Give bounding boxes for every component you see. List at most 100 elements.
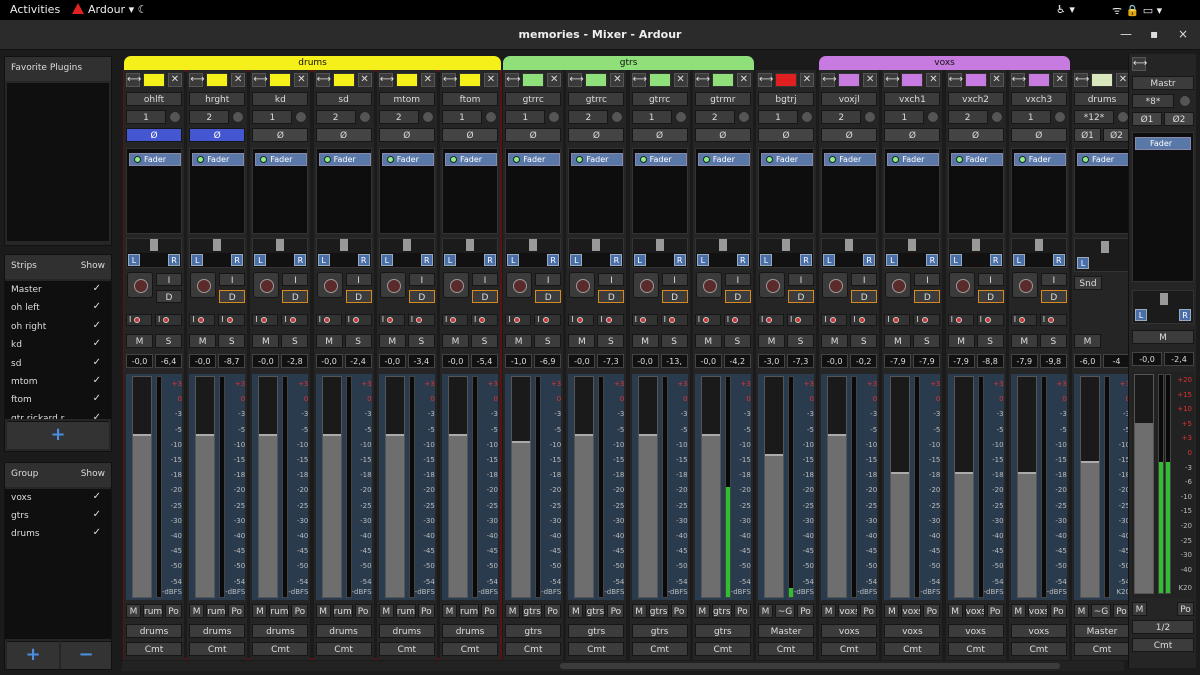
group-list-item[interactable]: voxs ✓ [5, 489, 111, 507]
group-tab-drums[interactable]: drums [124, 56, 502, 70]
input-button[interactable]: 1 [1010, 110, 1051, 124]
gain-fader[interactable] [637, 376, 658, 598]
bus-button[interactable]: gtrs [522, 604, 543, 618]
processor-enable-led[interactable] [197, 156, 205, 163]
gain-entry[interactable]: -0,0 [694, 354, 722, 368]
strip-color-swatch[interactable] [269, 73, 292, 87]
input-monitor-button[interactable]: I [535, 273, 562, 286]
width-button[interactable]: ⟷ [189, 73, 205, 87]
input-monitor-button[interactable]: I [977, 273, 1004, 286]
phase-invert-button[interactable]: Ø [442, 128, 498, 142]
phase-invert-button[interactable]: Ø [378, 128, 435, 142]
rec-monitor-button[interactable]: I [1039, 314, 1067, 326]
mute-button[interactable]: M [758, 334, 785, 348]
strip-name-button[interactable]: vxch3 [1010, 92, 1067, 106]
gain-fader[interactable] [1080, 376, 1100, 598]
fader-processor[interactable]: Fader [1135, 137, 1191, 150]
gain-entry[interactable]: -0,0 [631, 354, 659, 368]
close-strip-button[interactable]: ✕ [736, 73, 751, 87]
post-meter-button[interactable]: Po [354, 604, 372, 618]
solo-button[interactable]: S [913, 334, 941, 348]
processor-box[interactable]: Fader [1010, 148, 1067, 234]
strip-color-swatch[interactable] [459, 73, 481, 87]
disk-monitor-button[interactable]: D [1040, 290, 1067, 303]
add-strip-button[interactable]: + [7, 421, 109, 449]
width-button[interactable]: ⟷ [631, 73, 647, 87]
input-button[interactable]: 2 [568, 110, 609, 124]
meter-point-button[interactable]: M [694, 604, 710, 618]
disk-monitor-button[interactable]: D [724, 290, 751, 303]
gain-entry[interactable]: -7,9 [1010, 354, 1038, 368]
strip-name-button[interactable]: bgtrj [758, 92, 814, 106]
record-arm-button[interactable] [379, 272, 406, 298]
trim-knob[interactable] [801, 111, 813, 123]
processor-enable-led[interactable] [450, 156, 457, 163]
solo-button[interactable]: S [471, 334, 498, 348]
meter-point-button[interactable]: M [1132, 602, 1147, 616]
meter-point-button[interactable]: M [315, 604, 331, 618]
fader-processor[interactable]: Fader [192, 153, 245, 166]
input-button[interactable]: 1 [505, 110, 546, 124]
disk-monitor-button[interactable]: D [219, 290, 246, 303]
comments-button[interactable]: Cmt [568, 642, 625, 656]
processor-enable-led[interactable] [386, 156, 394, 163]
input-monitor-button[interactable]: I [219, 273, 246, 286]
input-button[interactable]: *12* [1074, 110, 1114, 124]
panner[interactable]: LR [126, 238, 182, 268]
disk-monitor-button[interactable]: D [345, 290, 372, 303]
processor-box[interactable]: Fader [884, 148, 941, 234]
input-monitor-button[interactable]: I [788, 273, 814, 286]
post-meter-button[interactable]: Po [923, 604, 941, 618]
processor-enable-led[interactable] [829, 156, 837, 163]
mute-button[interactable]: M [505, 334, 533, 348]
width-button[interactable]: ⟷ [1132, 57, 1147, 71]
mute-button[interactable]: M [252, 334, 280, 348]
output-button[interactable]: Master [758, 624, 814, 638]
mute-button[interactable]: M [1074, 334, 1101, 348]
rec-safe-button[interactable]: I [568, 314, 595, 326]
meter-point-button[interactable]: M [884, 604, 900, 618]
peak-display[interactable]: -4 [1103, 354, 1130, 368]
gain-fader[interactable] [700, 376, 721, 598]
rec-monitor-button[interactable]: I [597, 314, 625, 326]
bus-button[interactable]: rum [206, 604, 227, 618]
rec-safe-button[interactable]: I [378, 314, 405, 326]
close-strip-button[interactable]: ✕ [610, 73, 625, 87]
peak-display[interactable]: -8,8 [976, 354, 1004, 368]
checkmark-icon[interactable]: ✓ [93, 283, 101, 294]
gain-fader[interactable] [764, 376, 784, 598]
rec-safe-button[interactable]: I [947, 314, 974, 326]
trim-knob[interactable] [421, 111, 434, 123]
peak-display[interactable]: -6,9 [534, 354, 562, 368]
mute-button[interactable]: M [821, 334, 849, 348]
trim-knob[interactable] [358, 111, 371, 123]
rec-safe-button[interactable]: I [694, 314, 721, 326]
input-button[interactable]: 2 [378, 110, 419, 124]
trim-knob[interactable] [990, 111, 1003, 123]
phase-invert-button[interactable]: Ø [315, 128, 372, 142]
strip-list-item[interactable]: Master ✓ [5, 281, 111, 299]
gain-entry[interactable]: -0,0 [252, 354, 280, 368]
checkmark-icon[interactable]: ✓ [93, 527, 101, 538]
gain-entry[interactable]: -7,9 [884, 354, 912, 368]
panner-handle[interactable] [782, 239, 790, 251]
output-button[interactable]: voxs [821, 624, 878, 638]
master-output-button[interactable]: 1/2 [1132, 620, 1194, 634]
rec-safe-button[interactable]: I [821, 314, 848, 326]
peak-display[interactable]: -7,9 [913, 354, 941, 368]
gain-entry[interactable]: -0,0 [315, 354, 343, 368]
post-meter-button[interactable]: Po [228, 604, 246, 618]
input-monitor-button[interactable]: I [661, 273, 688, 286]
meter-point-button[interactable]: M [126, 604, 141, 618]
gain-fader[interactable] [132, 376, 152, 598]
meter-point-button[interactable]: M [758, 604, 773, 618]
close-window-button[interactable]: × [1178, 27, 1188, 41]
master-input-button[interactable]: *8* [1132, 94, 1174, 108]
processor-box[interactable]: Fader [378, 148, 435, 234]
fader-processor[interactable]: Fader [571, 153, 624, 166]
input-button[interactable]: 2 [821, 110, 862, 124]
rec-monitor-button[interactable]: I [344, 314, 372, 326]
output-button[interactable]: drums [315, 624, 372, 638]
gain-fader[interactable] [1016, 376, 1037, 598]
phase-1-button[interactable]: Ø1 [1132, 112, 1162, 126]
